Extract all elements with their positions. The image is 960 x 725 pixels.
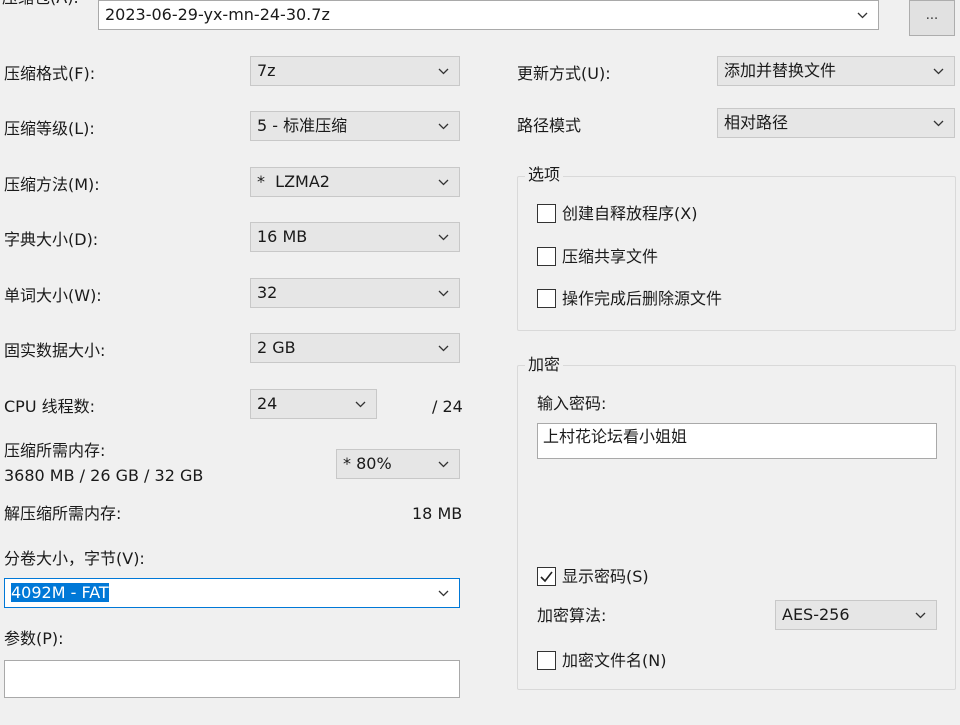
- encryption-method-label: 加密算法:: [537, 606, 607, 625]
- encryption-method-value: AES-256: [782, 605, 850, 624]
- level-label: 压缩等级(L):: [4, 119, 95, 138]
- update-value: 添加并替换文件: [724, 61, 837, 80]
- word-select[interactable]: 32: [250, 278, 460, 308]
- threads-value: 24: [257, 394, 278, 413]
- memory-select[interactable]: * 80%: [336, 449, 460, 479]
- method-value: * LZMA2: [257, 172, 330, 191]
- decompress-value: 18 MB: [412, 504, 463, 523]
- sfx-checkbox[interactable]: [537, 204, 556, 223]
- format-value: 7z: [257, 61, 276, 80]
- level-select[interactable]: 5 - 标准压缩: [250, 111, 460, 141]
- format-label: 压缩格式(F):: [4, 64, 96, 83]
- memory-detail: 3680 MB / 26 GB / 32 GB: [4, 466, 204, 485]
- update-label: 更新方式(U):: [517, 64, 611, 83]
- chevron-down-icon: [438, 288, 449, 299]
- solid-select[interactable]: 2 GB: [250, 333, 460, 363]
- sfx-label[interactable]: 创建自释放程序(X): [562, 204, 697, 224]
- password-input[interactable]: 上村花论坛看小姐姐: [537, 423, 937, 459]
- chevron-down-icon: [438, 343, 449, 354]
- dictionary-value: 16 MB: [257, 227, 308, 246]
- encryption-method-select[interactable]: AES-256: [775, 600, 937, 630]
- chevron-down-icon: [915, 610, 926, 621]
- solid-label: 固实数据大小:: [4, 341, 106, 360]
- encrypt-names-label[interactable]: 加密文件名(N): [562, 651, 666, 671]
- path-mode-label: 路径模式: [517, 116, 582, 135]
- checkmark-icon: [540, 571, 553, 583]
- chevron-down-icon: [857, 10, 868, 21]
- solid-value: 2 GB: [257, 338, 296, 357]
- threads-label: CPU 线程数:: [4, 397, 96, 416]
- browse-button[interactable]: ...: [909, 0, 955, 36]
- method-label: 压缩方法(M):: [4, 175, 100, 194]
- word-value: 32: [257, 283, 278, 302]
- show-password-label[interactable]: 显示密码(S): [562, 567, 649, 587]
- word-label: 单词大小(W):: [4, 286, 102, 305]
- memory-value: * 80%: [343, 454, 392, 473]
- memory-label: 压缩所需内存:: [4, 441, 106, 460]
- chevron-down-icon: [438, 588, 449, 599]
- threads-max: / 24: [432, 397, 463, 416]
- encrypt-names-checkbox[interactable]: [537, 651, 556, 670]
- shared-files-label[interactable]: 压缩共享文件: [562, 247, 658, 267]
- delete-source-label[interactable]: 操作完成后删除源文件: [562, 289, 722, 309]
- params-label: 参数(P):: [4, 629, 64, 648]
- volume-select[interactable]: 4092M - FAT: [4, 578, 460, 608]
- delete-source-checkbox[interactable]: [537, 289, 556, 308]
- path-mode-value: 相对路径: [724, 113, 789, 132]
- chevron-down-icon: [438, 459, 449, 470]
- params-input[interactable]: [4, 660, 460, 698]
- method-select[interactable]: * LZMA2: [250, 167, 460, 197]
- threads-select[interactable]: 24: [250, 389, 377, 419]
- dictionary-select[interactable]: 16 MB: [250, 222, 460, 252]
- options-group-title: 选项: [525, 165, 564, 185]
- password-label: 输入密码:: [537, 394, 607, 413]
- chevron-down-icon: [438, 66, 449, 77]
- chevron-down-icon: [438, 177, 449, 188]
- archive-label: 压缩包(A):: [2, 0, 79, 8]
- level-value: 5 - 标准压缩: [257, 116, 348, 135]
- path-mode-select[interactable]: 相对路径: [717, 108, 955, 138]
- volume-label: 分卷大小，字节(V):: [4, 549, 145, 568]
- chevron-down-icon: [933, 66, 944, 77]
- encryption-group-title: 加密: [525, 355, 564, 375]
- format-select[interactable]: 7z: [250, 56, 460, 86]
- dictionary-label: 字典大小(D):: [4, 230, 99, 249]
- show-password-checkbox[interactable]: [537, 567, 556, 586]
- chevron-down-icon: [933, 118, 944, 129]
- archive-path-combo[interactable]: 2023-06-29-yx-mn-24-30.7z: [98, 0, 879, 30]
- chevron-down-icon: [438, 121, 449, 132]
- shared-files-checkbox[interactable]: [537, 247, 556, 266]
- decompress-label: 解压缩所需内存:: [4, 504, 122, 523]
- volume-value[interactable]: 4092M - FAT: [11, 583, 109, 602]
- archive-path-value: 2023-06-29-yx-mn-24-30.7z: [105, 5, 330, 24]
- chevron-down-icon: [438, 232, 449, 243]
- update-select[interactable]: 添加并替换文件: [717, 56, 955, 86]
- chevron-down-icon: [355, 399, 366, 410]
